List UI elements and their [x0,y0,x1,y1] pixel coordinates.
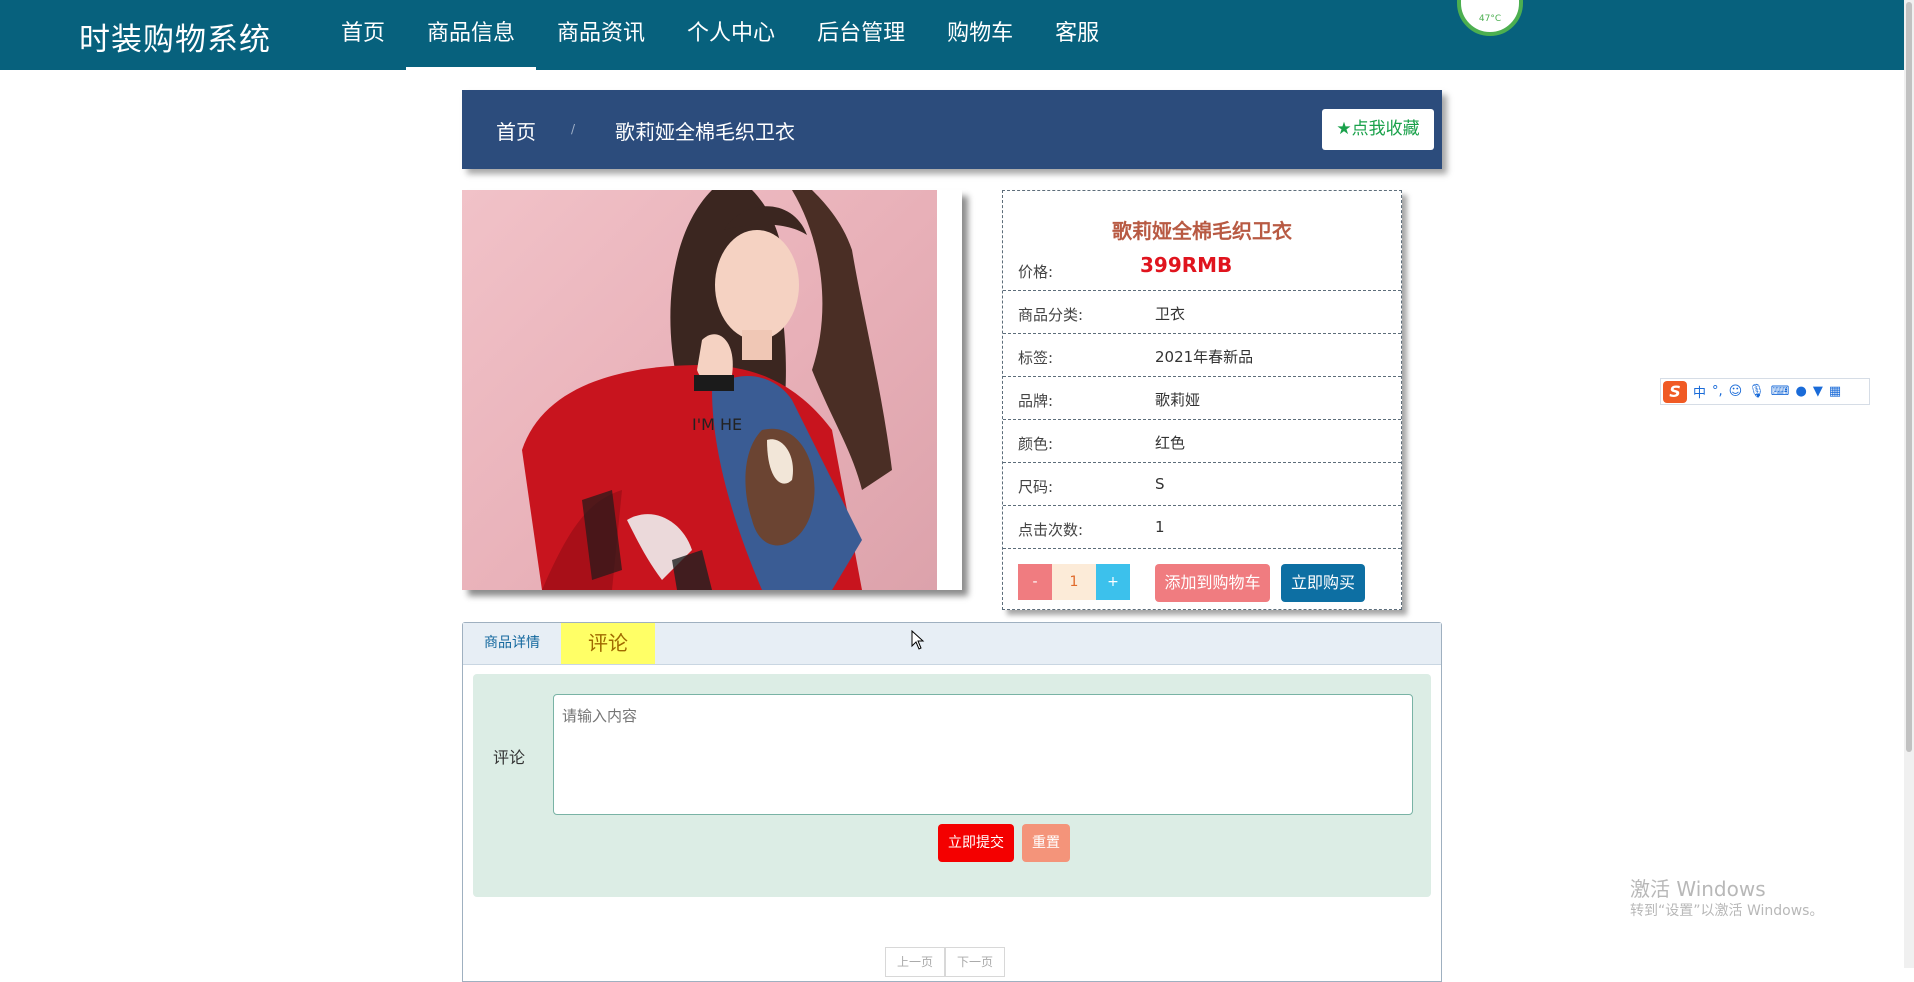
info-row-size: 尺码: S [1003,463,1401,506]
skin-icon[interactable]: ▼ [1813,384,1823,399]
tag-label: 标签: [1018,349,1054,367]
buy-now-button[interactable]: 立即购买 [1281,564,1365,602]
submit-comment-button[interactable]: 立即提交 [938,824,1014,862]
svg-text:I'M HE: I'M HE [692,415,742,434]
price-label: 价格: [1018,263,1054,281]
detail-tabs-panel: 商品详情 评论 评论 立即提交 重置 上一页 下一页 [462,622,1442,982]
favorite-button[interactable]: ★点我收藏 [1322,109,1434,150]
product-info-card: 歌莉娅全棉毛织卫衣 价格: 399RMB 商品分类: 卫衣 标签: 2021年春… [1002,190,1402,610]
activation-watermark-subtitle: 转到“设置”以激活 Windows。 [1630,903,1824,919]
comment-input[interactable] [553,694,1413,815]
ime-toolbar: S 中 °, ☺ 🎙 ⌨ ● ▼ ▦ [1660,378,1870,405]
reset-button[interactable]: 重置 [1022,824,1070,862]
tab-comment[interactable]: 评论 [561,623,655,664]
nav-item-admin[interactable]: 后台管理 [796,0,926,70]
breadcrumb-current: 歌莉娅全棉毛织卫衣 [615,120,795,144]
nav-item-support[interactable]: 客服 [1034,0,1120,70]
nav-item-products[interactable]: 商品信息 [406,0,537,70]
info-row-clicks: 点击次数: 1 [1003,506,1401,549]
microphone-icon[interactable]: 🎙 [1748,384,1765,399]
nav-item-home[interactable]: 首页 [320,0,406,70]
scrollbar-thumb[interactable] [1906,2,1912,752]
temperature-readout: 47°C [1478,14,1502,24]
pagination: 上一页 下一页 [885,947,1006,977]
size-value: S [1155,475,1165,493]
quantity-input[interactable]: 1 [1052,564,1096,600]
prev-page-button[interactable]: 上一页 [885,947,946,977]
size-label: 尺码: [1018,478,1054,496]
add-to-cart-button[interactable]: 添加到购物车 [1155,564,1270,602]
nav-item-profile[interactable]: 个人中心 [666,0,796,70]
site-brand[interactable]: 时装购物系统 [79,14,271,59]
quantity-decrement-button[interactable]: - [1018,564,1052,600]
color-label: 颜色: [1018,435,1054,453]
breadcrumb-home-link[interactable]: 首页 [496,116,536,145]
brand-value: 歌莉娅 [1155,391,1201,409]
price-value: 399RMB [1140,253,1233,277]
comment-form: 评论 立即提交 重置 [473,674,1431,897]
breadcrumb-separator: / [571,122,576,136]
system-monitor-widget[interactable]: 47°C [1457,0,1523,36]
user-icon[interactable]: ● [1796,384,1807,399]
breadcrumb: 首页 / 歌莉娅全棉毛织卫衣 ★点我收藏 [462,90,1442,169]
ime-mode-toggle[interactable]: 中 [1693,382,1706,401]
brand-label: 品牌: [1018,392,1054,410]
activation-watermark-title: 激活 Windows [1630,877,1766,901]
info-row-brand: 品牌: 歌莉娅 [1003,377,1401,420]
mouse-cursor-icon [911,630,925,650]
product-photo-illustration: I'M HE [522,190,892,590]
quantity-increment-button[interactable]: + [1096,564,1130,600]
main-nav: 首页 商品信息 商品资讯 个人中心 后台管理 购物车 客服 [320,0,1120,70]
next-page-button[interactable]: 下一页 [945,947,1006,977]
nav-item-cart[interactable]: 购物车 [926,0,1034,70]
keyboard-icon[interactable]: ⌨ [1771,384,1790,399]
top-navbar: 时装购物系统 首页 商品信息 商品资讯 个人中心 后台管理 购物车 客服 47°… [0,0,1904,70]
product-title: 歌莉娅全棉毛织卫衣 [1112,219,1292,243]
nav-item-news[interactable]: 商品资讯 [536,0,666,70]
info-row-price: 价格: 399RMB [1003,248,1401,291]
category-label: 商品分类: [1018,306,1084,324]
ime-punctuation-toggle[interactable]: °, [1712,384,1723,399]
tab-bar: 商品详情 评论 [463,623,1441,665]
star-icon: ★ [1336,119,1352,139]
tag-value: 2021年春新品 [1155,348,1254,366]
color-value: 红色 [1155,434,1186,452]
clicks-label: 点击次数: [1018,521,1084,539]
info-row-tag: 标签: 2021年春新品 [1003,334,1401,377]
clicks-value: 1 [1155,518,1165,536]
grid-menu-icon[interactable]: ▦ [1829,384,1841,399]
category-value: 卫衣 [1155,305,1186,323]
info-row-color: 颜色: 红色 [1003,420,1401,463]
tab-product-detail[interactable]: 商品详情 [463,623,561,664]
favorite-button-label: 点我收藏 [1351,119,1420,139]
sogou-logo-icon[interactable]: S [1663,380,1687,403]
page-scrollbar[interactable] [1904,0,1914,968]
product-image: I'M HE [462,190,962,590]
emoji-icon[interactable]: ☺ [1729,384,1743,399]
quantity-stepper: - 1 + [1018,564,1130,600]
product-photo: I'M HE [462,190,937,590]
info-row-category: 商品分类: 卫衣 [1003,291,1401,334]
comment-label: 评论 [493,748,526,767]
